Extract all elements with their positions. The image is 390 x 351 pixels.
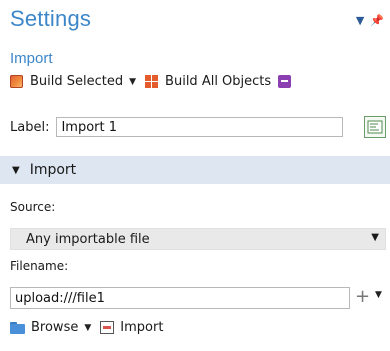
- source-select[interactable]: Any importable file ▼: [10, 228, 386, 250]
- build-toolbar: Build Selected ▼ Build All Objects: [10, 74, 292, 89]
- filename-input[interactable]: [10, 287, 350, 309]
- browse-label: Browse: [31, 320, 79, 335]
- browse-button[interactable]: Browse: [10, 320, 78, 335]
- file-actions-bar: Browse ▼ Import: [10, 320, 163, 335]
- browse-dropdown-icon[interactable]: ▼: [84, 323, 91, 333]
- label-input[interactable]: [56, 117, 344, 137]
- window-controls: ▼ 📌: [356, 14, 384, 27]
- build-all-label: Build All Objects: [165, 74, 272, 89]
- label-caption: Label:: [10, 119, 50, 135]
- import-button[interactable]: Import: [100, 320, 163, 335]
- build-all-button[interactable]: Build All Objects: [145, 74, 271, 89]
- dropdown-arrow-icon: ▼: [371, 232, 379, 243]
- import-label: Import: [120, 320, 164, 335]
- label-row: Label:: [10, 117, 344, 137]
- chevron-down-icon[interactable]: ▼: [356, 14, 364, 27]
- edit-label-icon: [367, 120, 383, 134]
- section-title: Import: [29, 162, 77, 178]
- node-subtitle: Import: [10, 50, 53, 67]
- add-file-icon[interactable]: +: [355, 287, 370, 307]
- build-options-icon[interactable]: [278, 75, 292, 88]
- page-title: Settings: [10, 6, 92, 31]
- source-selected-value: Any importable file: [26, 231, 150, 247]
- build-selected-dropdown-icon[interactable]: ▼: [129, 77, 136, 87]
- build-all-icon: [145, 75, 159, 88]
- build-selected-button[interactable]: Build Selected: [10, 74, 123, 89]
- add-file-dropdown-icon[interactable]: ▼: [375, 290, 382, 300]
- import-icon: [100, 321, 115, 334]
- filename-label: Filename:: [10, 259, 69, 273]
- build-selected-icon: [10, 75, 23, 88]
- folder-icon: [10, 321, 25, 334]
- build-selected-label: Build Selected: [30, 74, 124, 89]
- edit-label-button[interactable]: [364, 116, 386, 138]
- import-section-header[interactable]: ▼ Import: [0, 156, 390, 184]
- pin-icon[interactable]: 📌: [370, 14, 384, 27]
- source-label: Source:: [10, 200, 56, 214]
- collapse-triangle-icon[interactable]: ▼: [12, 165, 20, 176]
